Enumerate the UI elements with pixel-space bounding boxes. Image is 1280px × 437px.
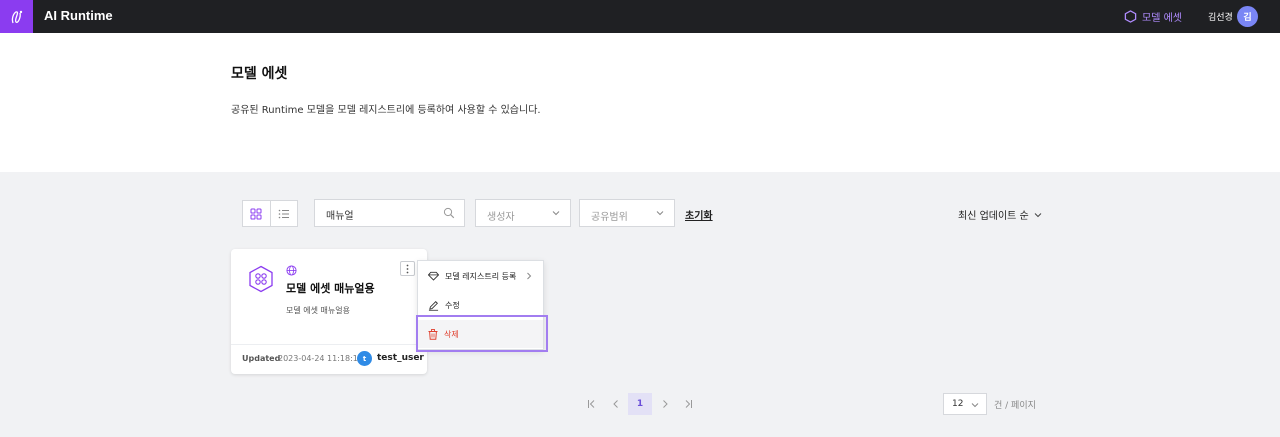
- page-number-current[interactable]: 1: [628, 393, 652, 415]
- page-size-select[interactable]: 12: [943, 393, 987, 415]
- nav-model-asset-label: 모델 에셋: [1142, 13, 1182, 24]
- menu-item-label: 수정: [445, 300, 460, 310]
- list-icon: [278, 209, 289, 218]
- logo-icon: [11, 10, 22, 23]
- chevrons-left-icon: [588, 400, 595, 408]
- model-asset-card[interactable]: 모델 에셋 매뉴얼용 모델 에셋 매뉴얼용 Updated 2023-04-24…: [231, 249, 427, 374]
- reset-filters-link[interactable]: 초기화: [685, 207, 713, 222]
- chevron-down-icon: [656, 211, 664, 216]
- user-name[interactable]: 김선경: [1208, 10, 1233, 23]
- pencil-icon: [428, 300, 439, 311]
- chevron-left-icon: [613, 400, 618, 408]
- search-icon[interactable]: [443, 207, 455, 219]
- top-navigation-bar: AI Runtime 모델 에셋 김선경 김: [0, 0, 1280, 33]
- diamond-icon: [428, 271, 439, 281]
- card-description: 모델 에셋 매뉴얼용: [286, 306, 350, 315]
- list-view-button[interactable]: [269, 201, 297, 226]
- nav-model-asset[interactable]: 모델 에셋: [1124, 9, 1182, 24]
- chevron-right-icon: [663, 400, 668, 408]
- chevrons-right-icon: [685, 400, 692, 408]
- page-description: 공유된 Runtime 모델을 모델 레지스트리에 등록하여 사용할 수 있습니…: [231, 105, 541, 116]
- hexagon-icon: [1124, 10, 1137, 23]
- chevron-down-icon: [1034, 212, 1042, 217]
- menu-item-label: 모델 레지스트리 등록: [445, 271, 517, 281]
- delete-highlight-box: [416, 315, 548, 352]
- next-page-button[interactable]: [655, 394, 675, 414]
- search-value: 매뉴얼: [326, 211, 354, 222]
- owner-avatar: t: [357, 351, 372, 366]
- chevron-right-icon: [527, 272, 532, 280]
- globe-icon: [286, 265, 297, 276]
- scope-select[interactable]: 공유범위: [579, 199, 675, 227]
- chevron-down-icon: [971, 403, 979, 408]
- grid-view-button[interactable]: [243, 201, 270, 226]
- view-toggle: [242, 200, 298, 227]
- owner-name: test_user: [377, 353, 424, 363]
- page-title: 모델 에셋: [231, 66, 288, 82]
- scope-select-placeholder: 공유범위: [591, 212, 628, 223]
- app-logo[interactable]: [0, 0, 33, 33]
- first-page-button[interactable]: [582, 394, 602, 414]
- card-footer: Updated 2023-04-24 11:18:11 t test_user: [231, 344, 427, 374]
- sort-label: 최신 업데이트 순: [958, 211, 1029, 222]
- model-hexagon-icon: [249, 265, 273, 293]
- grid-icon: [250, 208, 262, 219]
- prev-page-button[interactable]: [606, 394, 626, 414]
- last-page-button[interactable]: [678, 394, 698, 414]
- card-more-button[interactable]: [400, 261, 415, 276]
- menu-item-register-registry[interactable]: 모델 레지스트리 등록: [418, 262, 543, 290]
- chevron-down-icon: [552, 211, 560, 216]
- updated-label: Updated: [242, 354, 281, 363]
- sort-select[interactable]: 최신 업데이트 순: [958, 207, 1043, 222]
- updated-date: 2023-04-24 11:18:11: [278, 354, 363, 363]
- creator-select-placeholder: 생성자: [487, 212, 515, 223]
- page-header: 모델 에셋 공유된 Runtime 모델을 모델 레지스트리에 등록하여 사용할…: [0, 33, 1280, 172]
- app-title[interactable]: AI Runtime: [44, 8, 113, 23]
- creator-select[interactable]: 생성자: [475, 199, 571, 227]
- more-vertical-icon: [406, 264, 409, 273]
- card-title: 모델 에셋 매뉴얼용: [286, 282, 375, 295]
- page-size-value: 12: [952, 399, 964, 409]
- page-size-label: 건 / 페이지: [994, 401, 1036, 411]
- search-input[interactable]: 매뉴얼: [314, 199, 465, 227]
- avatar[interactable]: 김: [1237, 6, 1258, 27]
